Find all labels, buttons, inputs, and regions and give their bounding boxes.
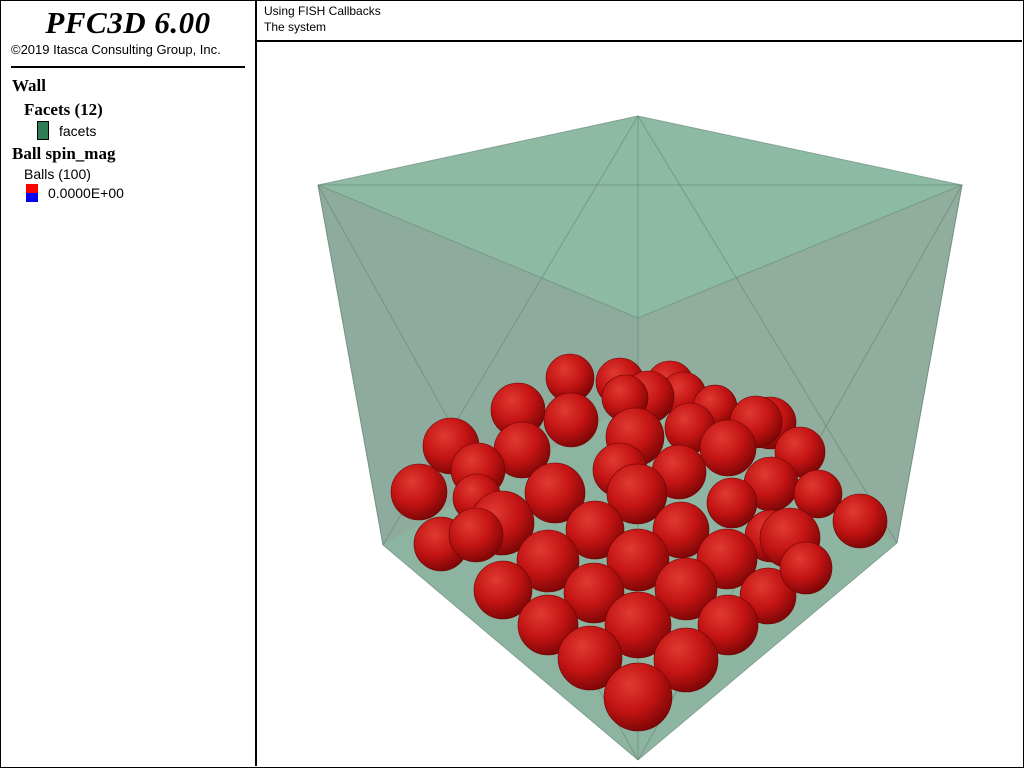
plot-title: Using FISH Callbacks: [264, 4, 381, 18]
ball: [603, 662, 673, 732]
ball: [390, 463, 448, 521]
legend-facets-heading: Facets (12): [24, 100, 103, 119]
plot-header: Using FISH Callbacks The system: [257, 1, 1022, 42]
ball: [448, 507, 504, 563]
legend-wall-heading: Wall: [12, 76, 47, 95]
copyright-text: ©2019 Itasca Consulting Group, Inc.: [11, 42, 221, 57]
ball: [699, 419, 757, 477]
3d-viewport[interactable]: [257, 42, 1022, 766]
ball: [543, 392, 599, 448]
legend-divider: [11, 66, 245, 68]
scene-canvas[interactable]: [257, 42, 1022, 766]
legend-ball-heading: Ball spin_mag: [12, 144, 116, 163]
spin-high-swatch: [26, 184, 38, 193]
plot-subtitle: The system: [264, 20, 327, 34]
spin-low-swatch: [26, 193, 38, 202]
ball: [706, 477, 758, 529]
ball: [832, 493, 888, 549]
legend-ball-value: 0.0000E+00: [48, 185, 124, 201]
legend-facets-label: facets: [59, 123, 97, 139]
ball: [779, 541, 833, 595]
product-title: PFC3D 6.00: [45, 5, 211, 40]
legend-balls-label: Balls (100): [24, 166, 91, 182]
facets-color-swatch: [37, 121, 49, 140]
legend-panel: PFC3D 6.00 ©2019 Itasca Consulting Group…: [1, 1, 257, 766]
